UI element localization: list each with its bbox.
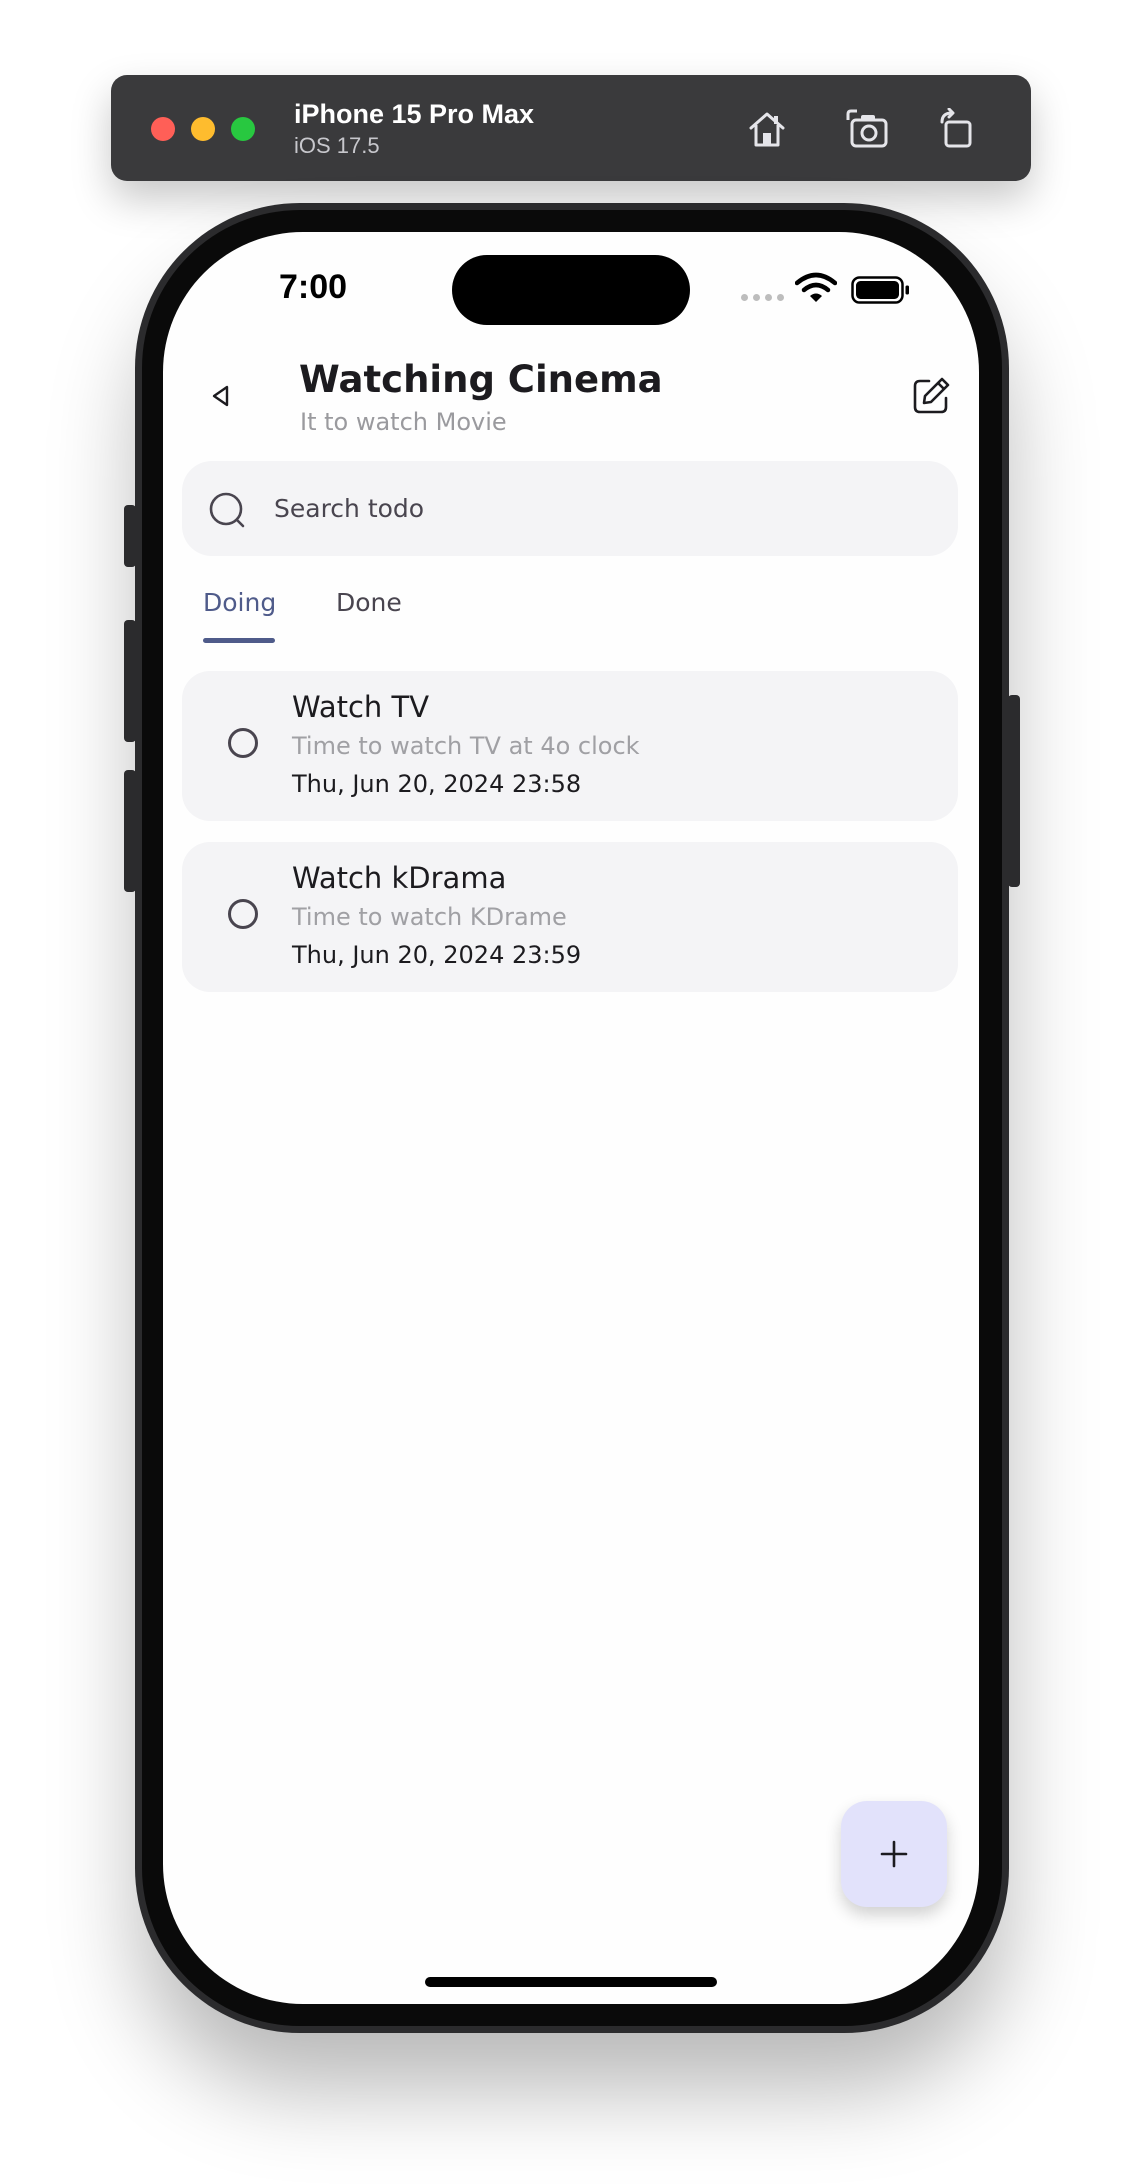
rotate-button[interactable] (933, 105, 981, 153)
search-bar[interactable] (182, 461, 958, 556)
todo-checkbox[interactable] (228, 899, 258, 929)
zoom-window-button[interactable] (231, 117, 255, 141)
power-button[interactable] (1008, 695, 1020, 887)
home-button[interactable] (743, 105, 791, 153)
todo-item[interactable]: Watch kDrama Time to watch KDrame Thu, J… (182, 842, 958, 992)
os-version: iOS 17.5 (294, 133, 380, 158)
home-icon (749, 112, 785, 147)
todo-description: Time to watch TV at 4o clock (292, 732, 640, 760)
minimize-window-button[interactable] (191, 117, 215, 141)
todo-description: Time to watch KDrame (292, 903, 567, 931)
page-subtitle: It to watch Movie (300, 408, 507, 436)
wifi-icon (795, 272, 837, 302)
todo-title: Watch kDrama (292, 861, 507, 895)
todo-checkbox[interactable] (228, 728, 258, 758)
status-time: 7:00 (279, 268, 348, 306)
battery-icon (851, 276, 909, 304)
todo-date: Thu, Jun 20, 2024 23:58 (292, 770, 582, 798)
edit-button[interactable] (907, 372, 955, 420)
device-name: iPhone 15 Pro Max (294, 99, 535, 129)
home-indicator[interactable] (425, 1977, 717, 1987)
todo-date: Thu, Jun 20, 2024 23:59 (292, 941, 582, 969)
back-triangle-icon (212, 385, 229, 407)
search-icon (209, 492, 245, 528)
search-input[interactable] (274, 461, 924, 556)
plus-icon (880, 1840, 908, 1868)
rotate-icon (940, 108, 972, 148)
screenshot-button[interactable] (843, 105, 891, 153)
screenshot-icon (846, 109, 888, 148)
add-todo-button[interactable] (841, 1801, 947, 1907)
dynamic-island (452, 255, 690, 325)
todo-item[interactable]: Watch TV Time to watch TV at 4o clock Th… (182, 671, 958, 821)
phone-screen: 7:00 Watching Cinema It to watch Movie S… (163, 232, 979, 2004)
tab-indicator (203, 638, 275, 643)
tab-done[interactable]: Done (336, 588, 402, 617)
simulator-toolbar: iPhone 15 Pro Max iOS 17.5 (111, 75, 1031, 181)
simulator-stage: iPhone 15 Pro Max iOS 17.5 7:00 Watching… (0, 0, 1142, 2184)
cellular-icon (741, 294, 784, 301)
close-window-button[interactable] (151, 117, 175, 141)
todo-title: Watch TV (292, 690, 430, 724)
page-title: Watching Cinema (299, 358, 663, 401)
tab-doing[interactable]: Doing (203, 588, 276, 617)
edit-icon (913, 377, 950, 414)
back-button[interactable] (197, 372, 245, 420)
